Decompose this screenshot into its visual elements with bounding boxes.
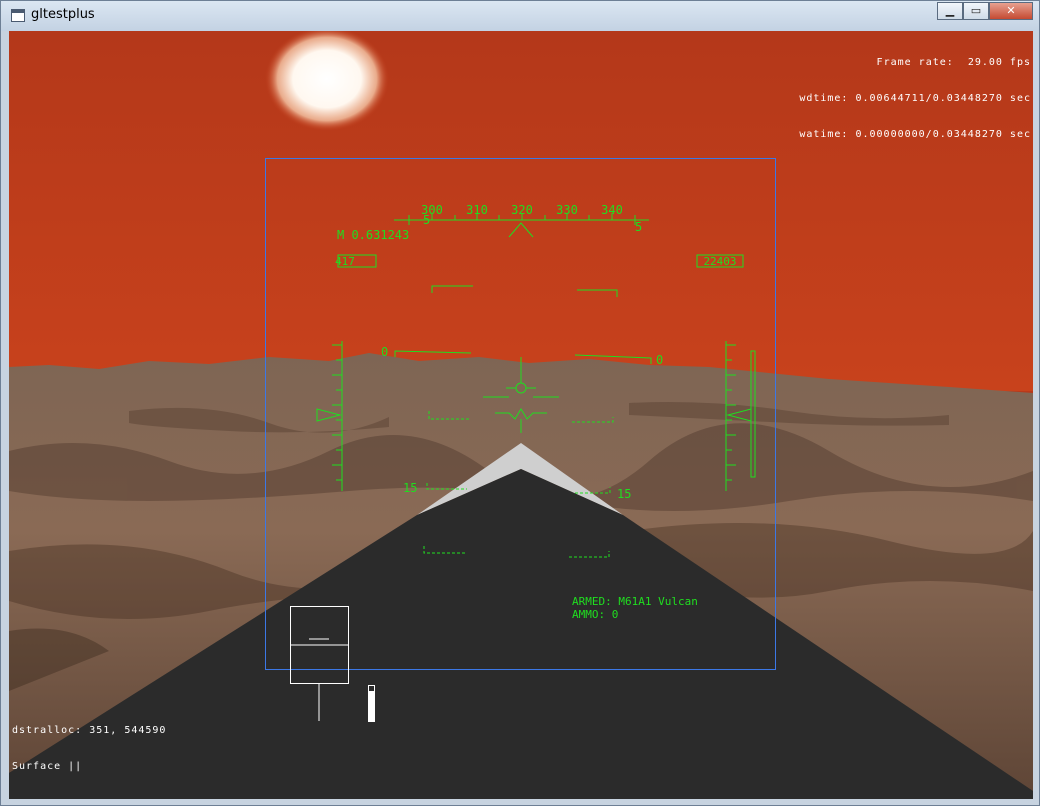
surface-info: Surface || — [12, 761, 83, 772]
heading-left-marker: 5 — [423, 213, 430, 227]
minimize-button[interactable]: ▁ — [937, 2, 963, 20]
app-icon — [11, 9, 25, 22]
airspeed-readout: 417 — [335, 255, 355, 268]
weapon-armed-label: ARMED: M61A1 Vulcan — [572, 595, 698, 608]
title-bar[interactable]: gltestplus ▁ ▭ ✕ — [1, 1, 1039, 31]
window-controls: ▁ ▭ ✕ — [937, 2, 1033, 20]
dstralloc: dstralloc: 351, 544590 — [12, 725, 167, 736]
pitch-label-zero-left: 0 — [381, 345, 388, 359]
heading-tick-320: 320 — [511, 203, 533, 217]
pitch-label-zero-right: 0 — [656, 353, 663, 367]
app-window: gltestplus ▁ ▭ ✕ M 0.631243 417 22403 30… — [0, 0, 1040, 806]
heading-tick-310: 310 — [466, 203, 488, 217]
throttle-level — [369, 691, 375, 722]
debug-info: dstralloc: 351, 544590 Surface || — [12, 701, 166, 797]
wdtime: wdtime: 0.00644711/0.03448270 sec — [799, 93, 1031, 104]
altitude-readout: 22403 — [703, 255, 736, 268]
heading-right-marker: 5 — [635, 220, 642, 234]
heading-tick-330: 330 — [556, 203, 578, 217]
weapon-ammo-label: AMMO: 0 — [572, 608, 618, 621]
window-title: gltestplus — [31, 7, 95, 22]
performance-stats: Frame rate: 29.00 fps wdtime: 0.00644711… — [799, 33, 1031, 165]
close-button[interactable]: ✕ — [989, 2, 1033, 20]
maximize-button[interactable]: ▭ — [963, 2, 989, 20]
game-viewport[interactable]: M 0.631243 417 22403 300 310 320 330 340… — [9, 31, 1033, 799]
pitch-label-neg15-right: 15 — [617, 487, 631, 501]
heading-tick-340: 340 — [601, 203, 623, 217]
mach-readout: M 0.631243 — [337, 228, 409, 242]
sun — [265, 31, 389, 131]
frame-rate: Frame rate: 29.00 fps — [876, 57, 1031, 68]
pitch-label-neg15-left: 15 — [403, 481, 417, 495]
watime: watime: 0.00000000/0.03448270 sec — [799, 129, 1031, 140]
